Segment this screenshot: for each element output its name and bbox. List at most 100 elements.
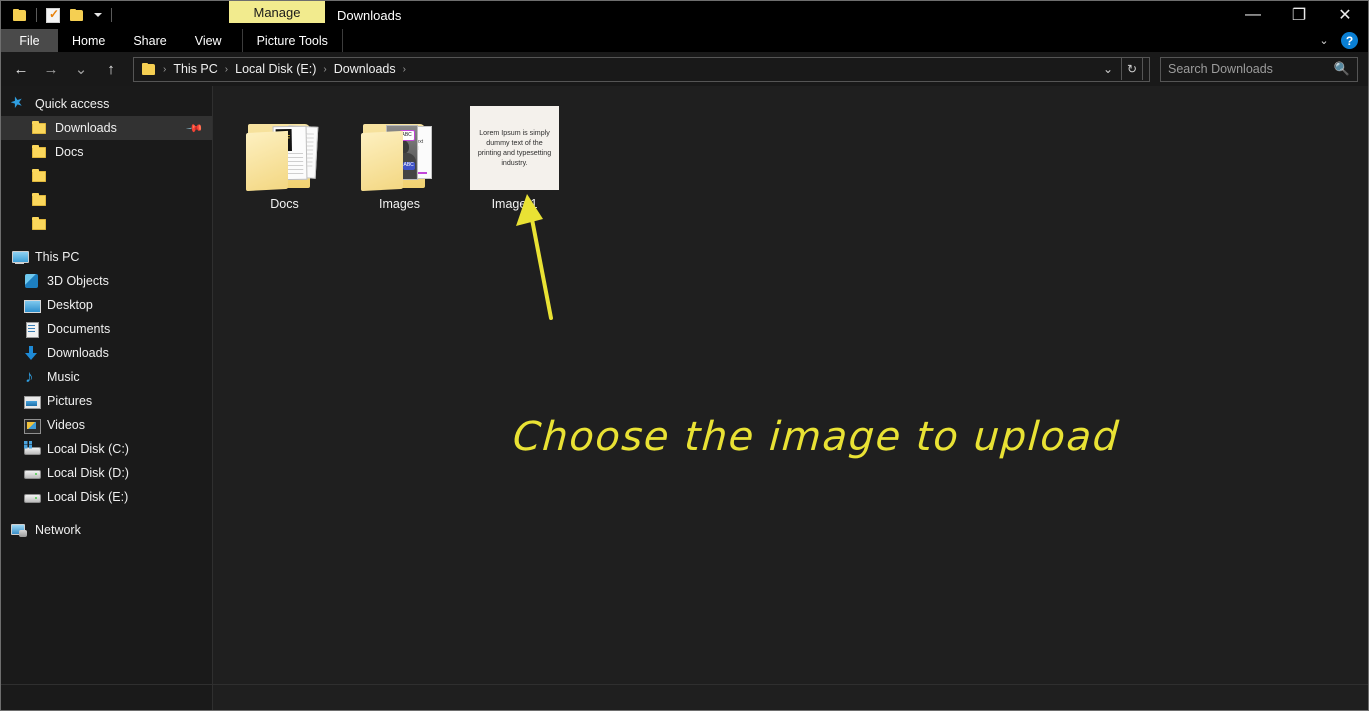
back-button[interactable]: ←	[7, 56, 35, 82]
breadcrumb[interactable]: › This PC › Local Disk (E:) › Downloads …	[133, 56, 1150, 82]
folder-icon	[31, 192, 48, 209]
file-item-label: Docs	[270, 197, 299, 211]
sidebar-item-downloads[interactable]: Downloads	[1, 341, 212, 365]
breadcrumb-separator-1[interactable]: ›	[224, 64, 229, 75]
desktop-icon	[23, 297, 41, 314]
help-button[interactable]: ?	[1341, 32, 1358, 49]
thumbnail-wrap: Lorem Ipsum is simply dummy text of the …	[470, 102, 559, 190]
sidebar-item-pictures[interactable]: Pictures	[1, 389, 212, 413]
star-icon	[11, 96, 28, 113]
sidebar-label-network: Network	[35, 523, 81, 537]
sidebar-item-documents[interactable]: Documents	[1, 317, 212, 341]
sidebar-item-unnamed-3[interactable]	[1, 212, 212, 236]
sidebar-group-quick-access[interactable]: Quick access	[1, 92, 212, 116]
breadcrumb-item-this-pc[interactable]: This PC	[168, 59, 222, 80]
breadcrumb-item-downloads[interactable]: Downloads	[329, 59, 401, 80]
thumbnail-wrap: m is text of and ustry.	[358, 102, 442, 192]
window-controls: — ❐ ✕	[1230, 1, 1368, 29]
navigation-pane: Quick access Downloads 📌 Docs	[1, 86, 213, 684]
document-icon	[23, 321, 40, 338]
search-placeholder: Search Downloads	[1168, 62, 1273, 76]
network-icon	[11, 522, 28, 539]
sidebar-item-label: Videos	[47, 418, 85, 432]
search-icon[interactable]: 🔍	[1334, 61, 1350, 77]
sidebar-item-local-disk-c[interactable]: Local Disk (C:)	[1, 437, 212, 461]
file-item-label: Images	[379, 197, 420, 211]
breadcrumb-separator-0[interactable]: ›	[162, 64, 167, 75]
sidebar-item-label: Music	[47, 370, 80, 384]
sidebar-item-3d-objects[interactable]: 3D Objects	[1, 269, 212, 293]
recent-locations-button[interactable]: ⌄	[67, 56, 95, 82]
tab-file[interactable]: File	[1, 29, 58, 52]
picture-icon	[23, 393, 41, 410]
search-input[interactable]: Search Downloads 🔍	[1160, 56, 1358, 82]
file-item-image-1[interactable]: Lorem Ipsum is simply dummy text of the …	[457, 100, 572, 211]
qat-new-folder-icon[interactable]	[66, 4, 88, 26]
sidebar-item-label: Documents	[47, 322, 111, 336]
breadcrumb-separator-2[interactable]: ›	[322, 64, 327, 75]
file-list-pane[interactable]: Docs m is text of and ustry.	[213, 86, 1368, 684]
status-bar	[1, 684, 1368, 710]
sidebar-group-network[interactable]: Network	[1, 518, 212, 542]
sidebar-label-quick-access: Quick access	[35, 97, 110, 111]
sidebar-item-videos[interactable]: Videos	[1, 413, 212, 437]
file-item-label: Image-1	[491, 197, 538, 211]
thumbnail-text: Lorem Ipsum is simply dummy text of the …	[477, 128, 552, 168]
folder-with-image-preview-icon: m is text of and ustry.	[358, 114, 442, 192]
status-bar-left	[1, 685, 213, 710]
sidebar-item-label: Local Disk (C:)	[47, 442, 129, 456]
sidebar-item-desktop[interactable]: Desktop	[1, 293, 212, 317]
ribbon-tab-bar: File Home Share View Picture Tools ⌄ ?	[1, 29, 1368, 52]
sidebar-item-downloads-qa[interactable]: Downloads 📌	[1, 116, 212, 140]
maximize-button[interactable]: ❐	[1276, 1, 1322, 29]
address-history-caret-icon[interactable]: ⌄	[1097, 58, 1119, 80]
minimize-button[interactable]: —	[1230, 1, 1276, 29]
sidebar-group-this-pc[interactable]: This PC	[1, 245, 212, 269]
chevron-down-icon[interactable]: ⌄	[1313, 30, 1335, 52]
window-title: Downloads	[337, 7, 402, 23]
tab-home[interactable]: Home	[58, 29, 119, 52]
annotation-text: Choose the image to upload	[511, 414, 1122, 460]
sidebar-item-music[interactable]: Music	[1, 365, 212, 389]
pin-icon[interactable]: 📌	[186, 119, 205, 137]
sidebar-item-label: Pictures	[47, 394, 93, 408]
tab-picture-tools[interactable]: Picture Tools	[241, 29, 343, 52]
tab-view[interactable]: View	[181, 29, 236, 52]
sidebar-item-docs[interactable]: Docs	[1, 140, 212, 164]
folder-icon	[31, 144, 48, 161]
file-item-docs[interactable]: Docs	[227, 100, 342, 211]
contextual-tab-manage[interactable]: Manage	[229, 1, 325, 23]
music-note-icon	[23, 367, 40, 387]
qat-customize-caret-icon[interactable]	[90, 4, 106, 26]
up-button[interactable]: ↑	[97, 56, 125, 82]
window-body: Quick access Downloads 📌 Docs	[1, 86, 1368, 684]
qat-separator-2	[111, 8, 112, 22]
sidebar-item-local-disk-d[interactable]: Local Disk (D:)	[1, 461, 212, 485]
sidebar-item-unnamed-2[interactable]	[1, 188, 212, 212]
sidebar-item-label: Desktop	[47, 298, 93, 312]
file-explorer-window: Manage Downloads — ❐ ✕ File Home Share V…	[0, 0, 1369, 711]
breadcrumb-item-local-disk-e[interactable]: Local Disk (E:)	[230, 59, 321, 80]
sidebar-item-unnamed-1[interactable]	[1, 164, 212, 188]
forward-button[interactable]: →	[37, 56, 65, 82]
breadcrumb-separator-3[interactable]: ›	[402, 64, 407, 75]
sidebar-item-label: Downloads	[47, 346, 109, 360]
sidebar-item-local-disk-e[interactable]: Local Disk (E:)	[1, 485, 212, 509]
refresh-icon[interactable]: ↻	[1121, 58, 1143, 80]
qat-properties-icon[interactable]	[42, 4, 64, 26]
video-icon	[23, 417, 41, 434]
close-button[interactable]: ✕	[1322, 1, 1368, 29]
drive-icon	[23, 489, 41, 506]
quick-access-toolbar	[1, 1, 115, 29]
tab-share[interactable]: Share	[119, 29, 180, 52]
qat-folder-icon[interactable]	[9, 4, 31, 26]
sidebar-item-label: 3D Objects	[47, 274, 109, 288]
ribbon-right-controls: ⌄ ?	[1313, 29, 1368, 52]
sidebar-label-this-pc: This PC	[35, 250, 80, 264]
title-bar: Manage Downloads — ❐ ✕	[1, 1, 1368, 29]
file-item-images[interactable]: m is text of and ustry.	[342, 100, 457, 211]
file-grid: Docs m is text of and ustry.	[213, 86, 1368, 211]
sidebar-item-label: Downloads	[55, 121, 117, 135]
